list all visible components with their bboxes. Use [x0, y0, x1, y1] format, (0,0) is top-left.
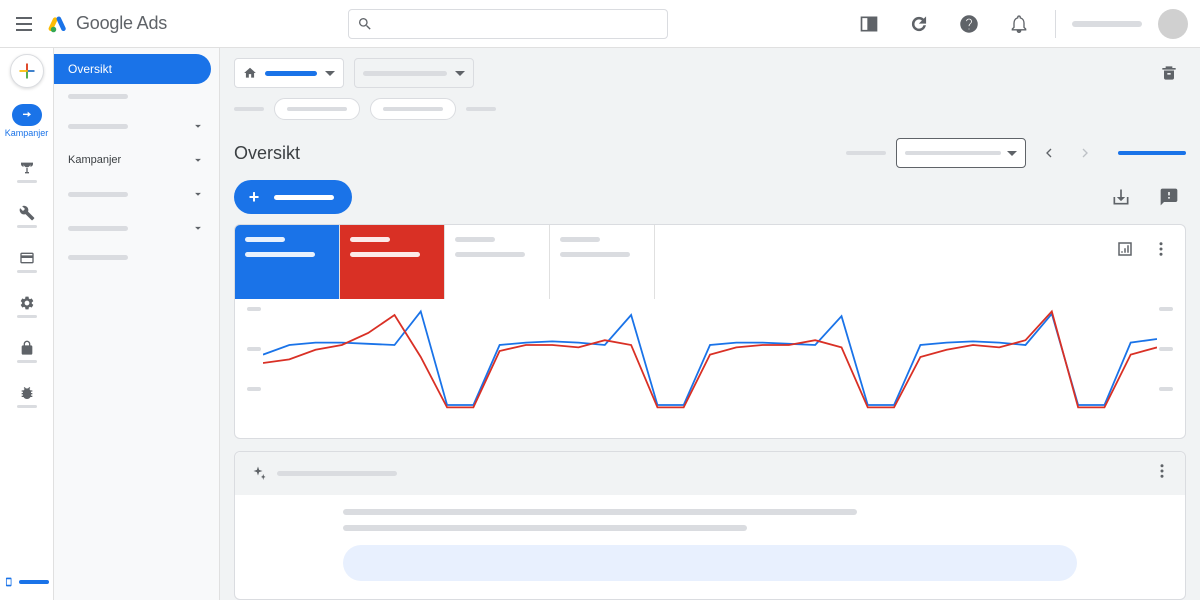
ads-logo-icon	[48, 13, 70, 35]
search-icon	[357, 16, 373, 32]
account-toolbar	[220, 48, 1200, 94]
insight-input-placeholder[interactable]	[343, 545, 1077, 581]
crumb-1	[234, 107, 264, 111]
user-avatar[interactable]	[1158, 9, 1188, 39]
more-vert-icon	[1152, 240, 1170, 258]
gear-icon	[19, 295, 35, 311]
sidebar-item-4[interactable]	[54, 177, 219, 211]
rail-footer-link[interactable]	[0, 564, 53, 600]
main-content: Oversikt +	[220, 48, 1200, 600]
sidebar-campaigns[interactable]: Kampanjer	[54, 143, 219, 177]
plus-icon: +	[244, 187, 264, 207]
archive-icon	[1159, 63, 1179, 83]
metric-row	[235, 225, 1185, 299]
appearance-icon[interactable]	[849, 4, 889, 44]
metric-1[interactable]	[235, 225, 340, 299]
save-view-icon[interactable]	[1152, 56, 1186, 90]
sparkle-icon	[249, 465, 267, 483]
search-input[interactable]	[348, 9, 668, 39]
rail-campaigns-label: Kampanjer	[5, 128, 49, 138]
more-vert-icon	[1153, 462, 1171, 480]
date-next[interactable]	[1072, 140, 1098, 166]
page-title: Oversikt	[234, 143, 300, 164]
filter-chip-2[interactable]	[370, 98, 456, 120]
lock-icon	[19, 340, 35, 356]
plus-icon	[17, 61, 37, 81]
x-axis-legend	[263, 434, 1157, 439]
rail-bug[interactable]	[0, 379, 53, 414]
section-sidebar: Oversikt Kampanjer	[54, 48, 220, 600]
download-button[interactable]	[1104, 180, 1138, 214]
feedback-button[interactable]	[1152, 180, 1186, 214]
filter-chip-1[interactable]	[274, 98, 360, 120]
google-ads-logo[interactable]: Google Ads	[48, 13, 167, 35]
left-rail: Kampanjer	[0, 48, 54, 600]
megaphone-icon	[19, 107, 35, 123]
expand-chart-button[interactable]	[1111, 235, 1139, 263]
chevron-down-icon	[191, 119, 205, 133]
insight-title-placeholder	[277, 471, 397, 476]
chevron-down-icon	[191, 221, 205, 235]
download-icon	[1111, 187, 1131, 207]
crumb-2	[466, 107, 496, 111]
card-icon	[19, 250, 35, 266]
sidebar-item-2[interactable]	[54, 109, 219, 143]
bug-icon	[19, 385, 35, 401]
date-prev[interactable]	[1036, 140, 1062, 166]
header-actions	[849, 4, 1188, 44]
action-row: +	[220, 180, 1200, 224]
date-range-select[interactable]	[896, 138, 1026, 168]
chart-area	[235, 299, 1185, 439]
create-fab[interactable]	[10, 54, 44, 88]
new-campaign-button[interactable]: +	[234, 180, 352, 214]
performance-card	[234, 224, 1186, 439]
notifications-icon[interactable]	[999, 4, 1039, 44]
rail-tools[interactable]	[0, 199, 53, 234]
device-icon	[4, 574, 13, 590]
home-icon	[243, 66, 257, 80]
page-title-row: Oversikt	[220, 132, 1200, 180]
rail-goals[interactable]	[0, 154, 53, 189]
feedback-icon	[1159, 187, 1179, 207]
rail-admin[interactable]	[0, 289, 53, 324]
chevron-down-icon	[191, 153, 205, 167]
scope-select[interactable]	[354, 58, 474, 88]
metric-3[interactable]	[445, 225, 550, 299]
help-icon[interactable]	[949, 4, 989, 44]
breadcrumb-row	[220, 94, 1200, 132]
metric-2[interactable]	[340, 225, 445, 299]
rail-billing[interactable]	[0, 244, 53, 279]
tools-icon	[19, 205, 35, 221]
insight-header	[235, 452, 1185, 495]
chevron-right-icon	[1077, 145, 1093, 161]
app-header: Google Ads	[0, 0, 1200, 48]
y-axis-right	[1159, 307, 1173, 391]
hamburger-menu-icon[interactable]	[12, 12, 36, 36]
account-name-placeholder	[1072, 21, 1142, 27]
line-chart	[263, 309, 1157, 429]
sidebar-overview[interactable]: Oversikt	[54, 54, 211, 84]
card-menu-button[interactable]	[1147, 235, 1175, 263]
insight-body	[253, 509, 1167, 581]
account-select[interactable]	[234, 58, 344, 88]
sidebar-item-5[interactable]	[54, 211, 219, 245]
logo-text: Google Ads	[76, 13, 167, 34]
y-axis-left	[247, 307, 261, 391]
chevron-left-icon	[1041, 145, 1057, 161]
sidebar-item-6[interactable]	[54, 245, 219, 270]
sidebar-item-1[interactable]	[54, 84, 219, 109]
rail-security[interactable]	[0, 334, 53, 369]
compare-label	[846, 151, 886, 155]
trophy-icon	[19, 160, 35, 176]
insight-card	[234, 451, 1186, 600]
chevron-down-icon	[191, 187, 205, 201]
metric-4[interactable]	[550, 225, 655, 299]
active-view-indicator	[1118, 151, 1186, 155]
rail-campaigns[interactable]: Kampanjer	[0, 98, 53, 144]
insight-menu-button[interactable]	[1153, 462, 1171, 485]
chart-icon	[1116, 240, 1134, 258]
refresh-icon[interactable]	[899, 4, 939, 44]
